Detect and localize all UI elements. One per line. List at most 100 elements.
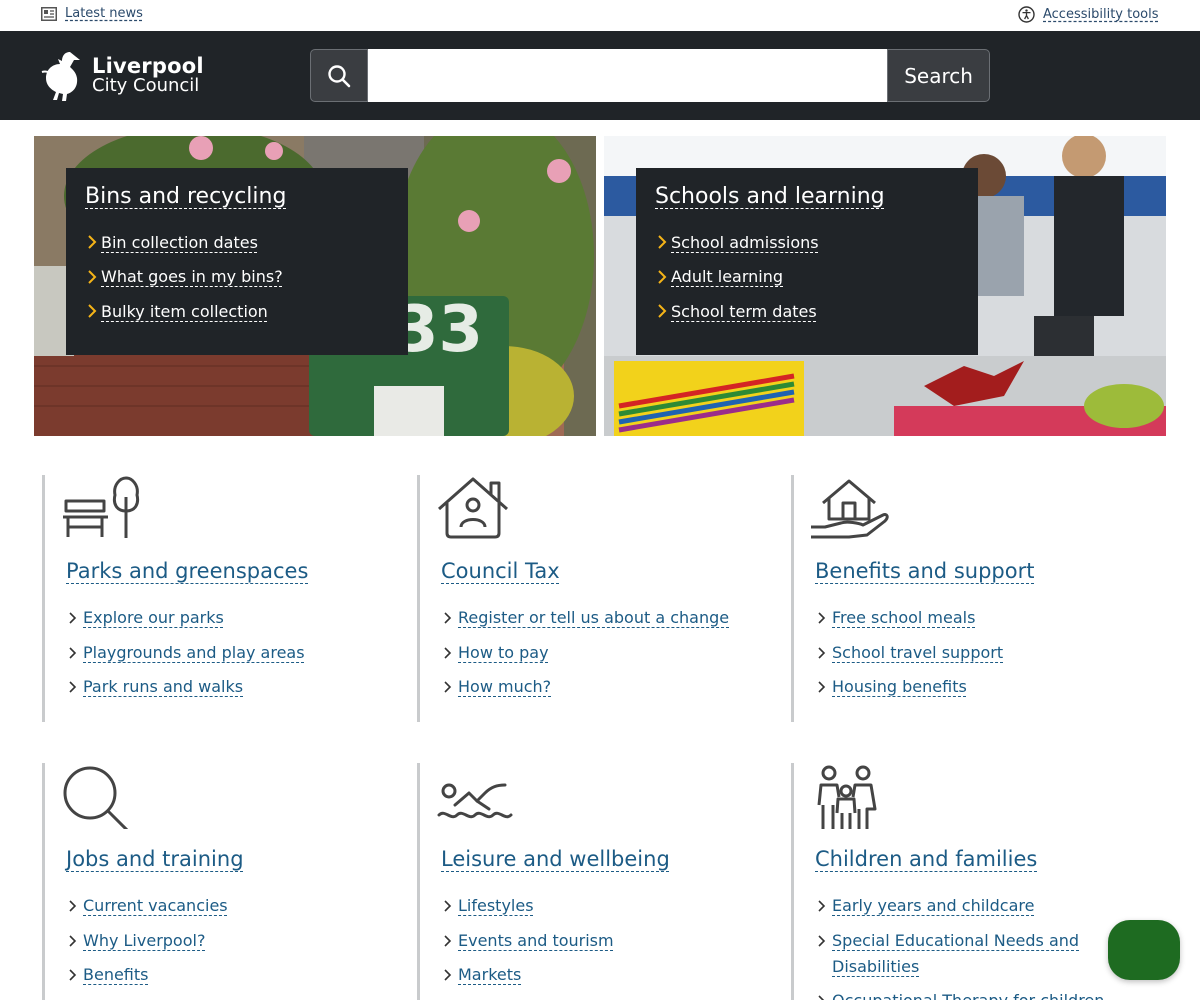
schools-title[interactable]: Schools and learning <box>655 184 978 209</box>
markets-link[interactable]: Markets <box>458 962 521 988</box>
benefits-link[interactable]: Benefits <box>83 962 149 988</box>
bins-title[interactable]: Bins and recycling <box>85 184 408 209</box>
chevron-right-icon <box>444 969 452 981</box>
utility-bar: Latest news Accessibility tools <box>0 0 1200 31</box>
parks-title[interactable]: Parks and greenspaces <box>66 559 308 583</box>
list-item[interactable]: Why Liverpool? <box>66 928 382 954</box>
liver-bird-icon <box>41 52 80 101</box>
adult-learning-link[interactable]: Adult learning <box>671 267 783 286</box>
list-item[interactable]: Special Educational Needs and Disabiliti… <box>815 928 1085 980</box>
chevron-right-icon <box>818 681 826 693</box>
hero-link-item[interactable]: Bin collection dates <box>85 225 408 260</box>
school-travel-support-link[interactable]: School travel support <box>832 640 1003 666</box>
chevron-right-icon <box>88 235 97 249</box>
family-icon <box>817 765 877 829</box>
hero-link-item[interactable]: What goes in my bins? <box>85 260 408 295</box>
school-term-dates-link[interactable]: School term dates <box>671 302 817 321</box>
lifestyles-link[interactable]: Lifestyles <box>458 893 534 919</box>
list-item[interactable]: How much? <box>441 674 757 700</box>
list-item[interactable]: Early years and childcare <box>815 893 1131 919</box>
chevron-right-icon <box>818 995 825 1000</box>
occupational-therapy-link[interactable]: Occupational Therapy for children <box>832 988 1104 1000</box>
chat-button[interactable] <box>1108 920 1180 980</box>
list-item[interactable]: Register or tell us about a change <box>441 605 757 631</box>
list-item[interactable]: Events and tourism <box>441 928 757 954</box>
card-parks-and-greenspaces: Parks and greenspaces Explore our parks … <box>42 475 382 722</box>
card-benefits-and-support: Benefits and support Free school meals S… <box>791 475 1131 722</box>
card-leisure-and-wellbeing: Leisure and wellbeing Lifestyles Events … <box>417 763 757 1000</box>
current-vacancies-link[interactable]: Current vacancies <box>83 893 228 919</box>
search-input[interactable] <box>367 49 888 102</box>
chevron-right-icon <box>818 934 826 947</box>
chevron-right-icon <box>69 934 77 947</box>
chevron-right-icon <box>444 934 452 947</box>
hero-link-item[interactable]: Adult learning <box>655 260 978 295</box>
list-item[interactable]: Current vacancies <box>66 893 382 919</box>
search-icon[interactable] <box>310 49 368 102</box>
hero-bins-and-recycling: 33 Bins and recycling Bin collection dat… <box>34 136 596 436</box>
logo-subtitle: City Council <box>92 75 200 96</box>
hero-link-item[interactable]: School term dates <box>655 294 978 329</box>
hero-link-item[interactable]: School admissions <box>655 225 978 260</box>
what-goes-in-bins-link[interactable]: What goes in my bins? <box>101 267 283 286</box>
chevron-right-icon <box>818 612 826 624</box>
bins-panel: Bins and recycling Bin collection dates … <box>66 168 408 355</box>
search-button[interactable]: Search <box>887 49 990 102</box>
why-liverpool-link[interactable]: Why Liverpool? <box>83 928 205 954</box>
chevron-right-icon <box>444 646 452 659</box>
newspaper-icon <box>41 6 57 21</box>
list-item[interactable]: Explore our parks <box>66 605 382 631</box>
free-school-meals-link[interactable]: Free school meals <box>832 605 975 631</box>
bin-collection-dates-link[interactable]: Bin collection dates <box>101 233 258 252</box>
list-item[interactable]: Free school meals <box>815 605 1131 631</box>
send-link[interactable]: Special Educational Needs and Disabiliti… <box>832 928 1085 980</box>
list-item[interactable]: How to pay <box>441 640 757 666</box>
list-item[interactable]: Lifestyles <box>441 893 757 919</box>
park-runs-link[interactable]: Park runs and walks <box>83 674 243 700</box>
chevron-right-icon <box>444 900 452 912</box>
list-item[interactable]: Benefits <box>66 962 382 988</box>
playgrounds-link[interactable]: Playgrounds and play areas <box>83 640 305 666</box>
accessibility-tools-label: Accessibility tools <box>1043 7 1159 22</box>
explore-our-parks-link[interactable]: Explore our parks <box>83 605 224 631</box>
hero-schools-and-learning: Schools and learning School admissions A… <box>604 136 1166 436</box>
chevron-right-icon <box>818 900 826 912</box>
hero-link-item[interactable]: Bulky item collection <box>85 294 408 329</box>
list-item[interactable]: Playgrounds and play areas <box>66 640 382 666</box>
chevron-right-icon <box>818 646 826 659</box>
list-item[interactable]: Markets <box>441 962 757 988</box>
children-title[interactable]: Children and families <box>815 847 1037 871</box>
chevron-right-icon <box>658 235 667 249</box>
latest-news-link[interactable]: Latest news <box>41 6 143 21</box>
school-admissions-link[interactable]: School admissions <box>671 233 819 252</box>
council-tax-title[interactable]: Council Tax <box>441 559 560 583</box>
site-logo[interactable]: Liverpool City Council <box>40 48 204 104</box>
register-change-link[interactable]: Register or tell us about a change <box>458 605 729 631</box>
list-item[interactable]: Park runs and walks <box>66 674 382 700</box>
list-item[interactable]: Housing benefits <box>815 674 1131 700</box>
card-council-tax: Council Tax Register or tell us about a … <box>417 475 757 722</box>
list-item[interactable]: School travel support <box>815 640 1131 666</box>
house-person-icon <box>438 477 508 539</box>
search-bar: Search <box>310 49 990 102</box>
bulky-item-collection-link[interactable]: Bulky item collection <box>101 302 268 321</box>
how-much-link[interactable]: How much? <box>458 674 551 700</box>
accessibility-icon <box>1018 6 1035 23</box>
park-bench-tree-icon <box>63 476 140 538</box>
chevron-right-icon <box>658 304 667 318</box>
chevron-right-icon <box>444 681 452 693</box>
early-years-link[interactable]: Early years and childcare <box>832 893 1034 919</box>
leisure-title[interactable]: Leisure and wellbeing <box>441 847 670 871</box>
events-and-tourism-link[interactable]: Events and tourism <box>458 928 614 954</box>
chevron-right-icon <box>69 612 77 624</box>
jobs-title[interactable]: Jobs and training <box>66 847 244 871</box>
how-to-pay-link[interactable]: How to pay <box>458 640 549 666</box>
list-item[interactable]: Occupational Therapy for children <box>815 988 1131 1000</box>
benefits-title[interactable]: Benefits and support <box>815 559 1034 583</box>
site-header: Liverpool City Council Search <box>0 31 1200 120</box>
accessibility-tools-link[interactable]: Accessibility tools <box>1018 6 1159 23</box>
magnifying-glass-icon <box>63 766 130 833</box>
logo-name: Liverpool <box>92 54 204 78</box>
chevron-right-icon <box>88 304 97 318</box>
housing-benefits-link[interactable]: Housing benefits <box>832 674 967 700</box>
